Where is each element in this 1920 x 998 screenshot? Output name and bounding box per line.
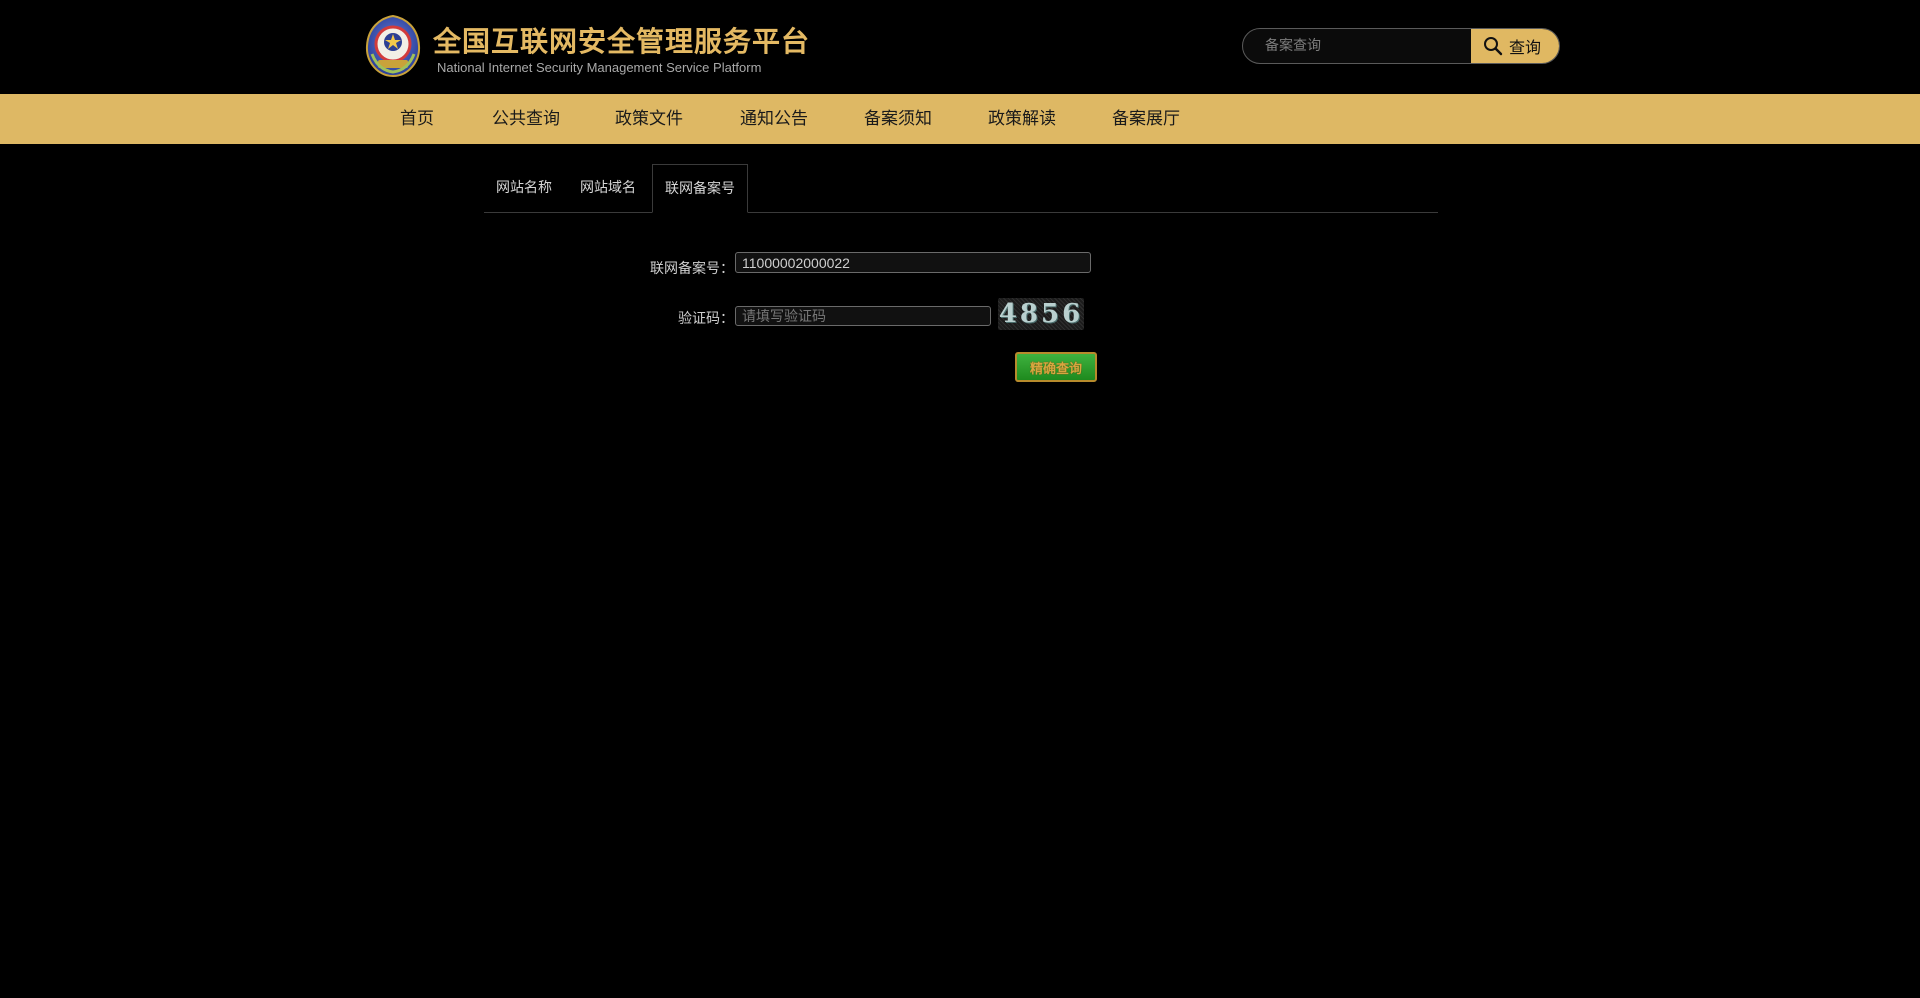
query-tabs: 网站名称 网站域名 联网备案号 (484, 164, 1438, 213)
nav-item-policy-interpretation[interactable]: 政策解读 (988, 94, 1056, 144)
tab-website-domain[interactable]: 网站域名 (568, 164, 648, 211)
tab-record-number[interactable]: 联网备案号 (652, 164, 748, 213)
tab-website-name[interactable]: 网站名称 (484, 164, 564, 211)
search-icon (1484, 37, 1503, 56)
nav-item-home[interactable]: 首页 (400, 94, 434, 144)
main-nav: 首页 公共查询 政策文件 通知公告 备案须知 政策解读 备案展厅 (0, 94, 1920, 144)
nav-item-filing-guide[interactable]: 备案须知 (864, 94, 932, 144)
exact-query-button-label: 精确查询 (1029, 361, 1082, 377)
search-button[interactable]: 查询 (1471, 29, 1559, 63)
police-emblem-icon[interactable] (364, 14, 422, 78)
captcha-text: 4856 (998, 299, 1084, 329)
captcha-input[interactable] (735, 306, 991, 326)
nav-item-policy-documents[interactable]: 政策文件 (615, 94, 683, 144)
search-input[interactable] (1243, 29, 1471, 63)
exact-query-button[interactable]: 精确查询 (1015, 352, 1097, 382)
site-header: 全国互联网安全管理服务平台 National Internet Security… (0, 0, 1920, 94)
site-subtitle: National Internet Security Management Se… (437, 60, 762, 75)
nav-item-announcements[interactable]: 通知公告 (740, 94, 808, 144)
captcha-image[interactable]: 4856 (998, 298, 1084, 330)
header-search: 查询 (1242, 28, 1560, 64)
search-button-label: 查询 (1509, 38, 1542, 57)
site-title: 全国互联网安全管理服务平台 (433, 25, 811, 58)
record-number-label: 联网备案号： (650, 261, 734, 277)
nav-item-filing-hall[interactable]: 备案展厅 (1112, 94, 1180, 144)
nav-item-public-query[interactable]: 公共查询 (492, 94, 560, 144)
record-number-input[interactable] (735, 252, 1091, 273)
captcha-label: 验证码： (678, 311, 734, 327)
